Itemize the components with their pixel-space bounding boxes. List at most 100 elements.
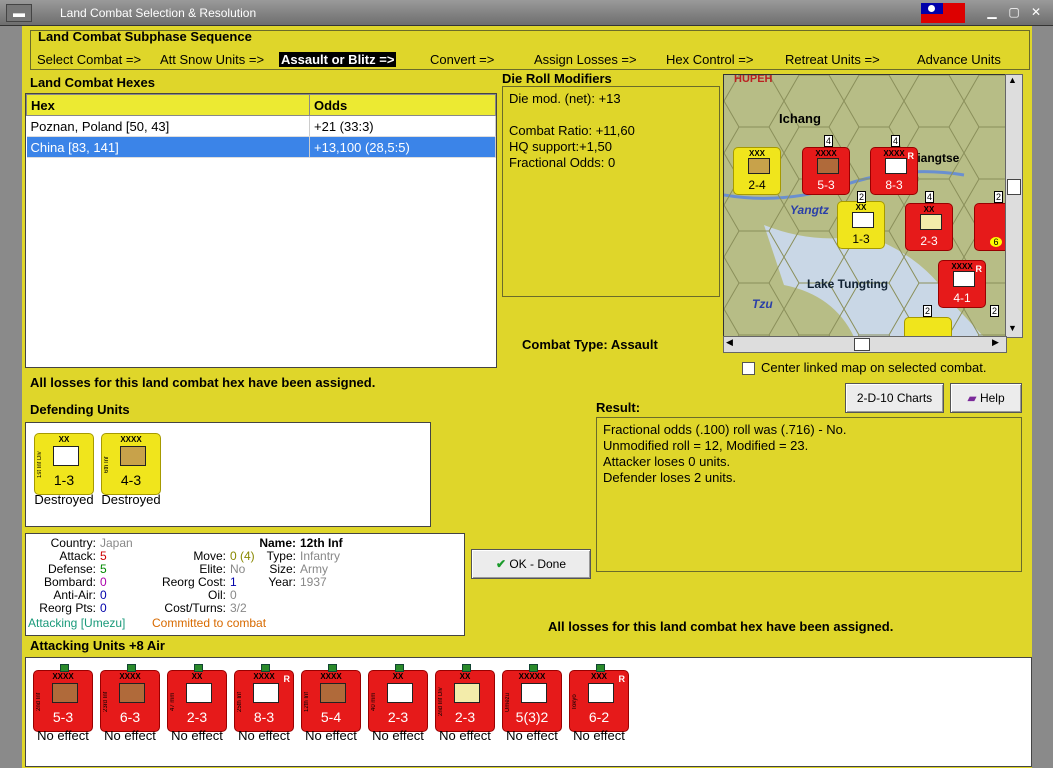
flag-icon	[921, 3, 965, 23]
unit-symbol	[52, 683, 78, 703]
col-odds[interactable]: Odds	[309, 94, 496, 116]
unit-symbol	[53, 446, 79, 466]
unit-text: XX	[191, 672, 203, 681]
attacking-unit[interactable]: XXXX 23rd Inf 6-3	[100, 664, 160, 732]
sequence-title: Land Combat Subphase Sequence	[38, 29, 252, 44]
result-line: Defender loses 2 units.	[603, 470, 736, 485]
attacking-unit[interactable]: XX 47 mm 2-3	[167, 664, 227, 732]
type-value: Infantry	[300, 549, 341, 563]
status-dot	[529, 664, 538, 672]
stack-count: 2	[857, 191, 867, 203]
hexes-title: Land Combat Hexes	[30, 75, 155, 90]
scroll-down-icon[interactable]: ▼	[1008, 323, 1017, 333]
map-vscrollbar[interactable]: ▲ ▼	[1005, 74, 1023, 338]
hex-cell: China [83, 141]	[26, 136, 310, 158]
attack-value: 5	[100, 549, 107, 563]
unit-info-panel: Country: Japan Attack: 5 Defense: 5 Bomb…	[25, 533, 465, 636]
hexes-list: Hex Odds Poznan, Poland [50, 43] +21 (33…	[25, 93, 497, 368]
charts-button[interactable]: 2-D-10 Charts	[845, 383, 944, 413]
unit-text: XXXXX	[518, 672, 546, 681]
scroll-thumb[interactable]	[854, 338, 870, 351]
unit-symbol	[120, 446, 146, 466]
antiair-label: Anti-Air:	[53, 588, 96, 602]
attacking-list: XXXX 2nd Inf 5-3 No effect XXXX 23rd Inf 6-3 No…	[25, 657, 1032, 767]
status-dot	[60, 664, 69, 672]
map-hscrollbar[interactable]: ◀ ▶	[723, 336, 1007, 353]
map-label-ichang: Ichang	[779, 111, 821, 126]
center-map-label: Center linked map on selected combat.	[761, 360, 987, 375]
unit-symbol	[119, 683, 145, 703]
ok-done-button[interactable]: ✔ OK - Done	[471, 549, 591, 579]
map-unit-2nd-cav[interactable]: XXX 2-4	[733, 147, 781, 195]
attacking-unit[interactable]: XXXXX Umezu 5(3)2	[502, 664, 562, 732]
unit-text: XXXX	[119, 672, 141, 681]
minus-icon[interactable]: ▬	[6, 4, 32, 22]
scroll-thumb[interactable]	[1007, 179, 1021, 195]
help-button[interactable]: ▰ Help	[950, 383, 1022, 413]
stack-count: 4	[824, 135, 834, 147]
book-icon: ▰	[967, 391, 977, 405]
unit-symbol	[387, 683, 413, 703]
center-map-checkbox[interactable]	[742, 362, 755, 375]
unit-text: 5-3	[52, 709, 74, 725]
defending-unit[interactable]: XXXX 6th Inf 4-3	[101, 433, 161, 495]
unit-effect: No effect	[37, 728, 89, 743]
attacking-unit[interactable]: XXXX 12th Inf 5-4	[301, 664, 361, 732]
check-icon: ✔	[495, 557, 506, 571]
close-icon[interactable]: ✕	[1029, 4, 1043, 20]
status-dot	[127, 664, 136, 672]
unit-text: 6-3	[119, 709, 141, 725]
scroll-up-icon[interactable]: ▲	[1008, 75, 1017, 85]
maximize-icon[interactable]: ▢	[1007, 4, 1021, 20]
table-row[interactable]: Poznan, Poland [50, 43] +21 (33:3)	[26, 115, 496, 137]
map-unit-division[interactable]: XX 2-3	[905, 203, 953, 251]
unit-symbol	[953, 271, 975, 287]
defending-unit[interactable]: XX 1st Inf Div 1-3	[34, 433, 94, 495]
stack-count: 2	[990, 305, 1000, 317]
attacking-leader: Attacking [Umezu]	[28, 616, 126, 630]
size-label: Size:	[269, 562, 296, 576]
map-unit-25th-inf[interactable]: XXXX R 8-3	[870, 147, 918, 195]
unit-effect: No effect	[104, 728, 156, 743]
defending-title: Defending Units	[30, 402, 130, 417]
map-label-tungting: Lake Tungting	[807, 277, 889, 291]
unit-effect: No effect	[506, 728, 558, 743]
attacking-unit[interactable]: XX 2nd Inf Div 2-3	[435, 664, 495, 732]
minimize-icon[interactable]: ▁	[985, 4, 999, 20]
combat-ratio: Combat Ratio: +11,60	[509, 123, 635, 138]
map-label-hupeh: HUPEH	[734, 74, 773, 85]
table-row-selected[interactable]: China [83, 141] +13,100 (28,5:5)	[26, 136, 496, 158]
unit-symbol	[186, 683, 212, 703]
scroll-left-icon[interactable]: ◀	[726, 337, 733, 348]
map-label-tzu: Tzu	[752, 297, 773, 311]
size-value: Army	[300, 562, 328, 576]
map-unit-army[interactable]: XXXX 5-3	[802, 147, 850, 195]
stack-count: 6	[990, 237, 1002, 247]
status-dot	[194, 664, 203, 672]
unit-symbol	[521, 683, 547, 703]
map-unit-1st-inf[interactable]: XX 1-3	[837, 201, 885, 249]
oil-label: Oil:	[208, 588, 226, 602]
title-bar: ▬ Land Combat Selection & Resolution ▁ ▢…	[0, 0, 1053, 26]
map-unit-36th[interactable]: XXXX R 4-1	[938, 260, 986, 308]
scroll-right-icon[interactable]: ▶	[992, 337, 999, 348]
window: ▬ Land Combat Selection & Resolution ▁ ▢…	[0, 0, 1053, 768]
stack-count: 2	[994, 191, 1004, 203]
attacking-unit[interactable]: XXXX 2nd Inf 5-3	[33, 664, 93, 732]
col-hex[interactable]: Hex	[26, 94, 310, 116]
result-box: Fractional odds (.100) roll was (.716) -…	[596, 417, 1022, 572]
hq-support: HQ support:+1,50	[509, 139, 612, 154]
attacking-unit[interactable]: XXXX R 25th Inf 8-3	[234, 664, 294, 732]
die-mod-net: Die mod. (net): +13	[509, 91, 621, 106]
map-unit-partial[interactable]	[904, 317, 952, 337]
attacking-unit[interactable]: XX 40 mm 2-3	[368, 664, 428, 732]
unit-text: 6-2	[588, 709, 610, 725]
step-assign-losses: Assign Losses =>	[534, 52, 637, 67]
stack-count: 2	[923, 305, 933, 317]
country-label: Country:	[50, 536, 96, 550]
unit-symbol	[817, 158, 839, 174]
linked-map[interactable]: HUPEH Ichang te Liangtse Yangtz Lake Tun…	[723, 74, 1007, 338]
attacking-unit[interactable]: XXX R Tokyo 6-2	[569, 664, 629, 732]
step-convert: Convert =>	[430, 52, 495, 67]
unit-effect: No effect	[372, 728, 424, 743]
